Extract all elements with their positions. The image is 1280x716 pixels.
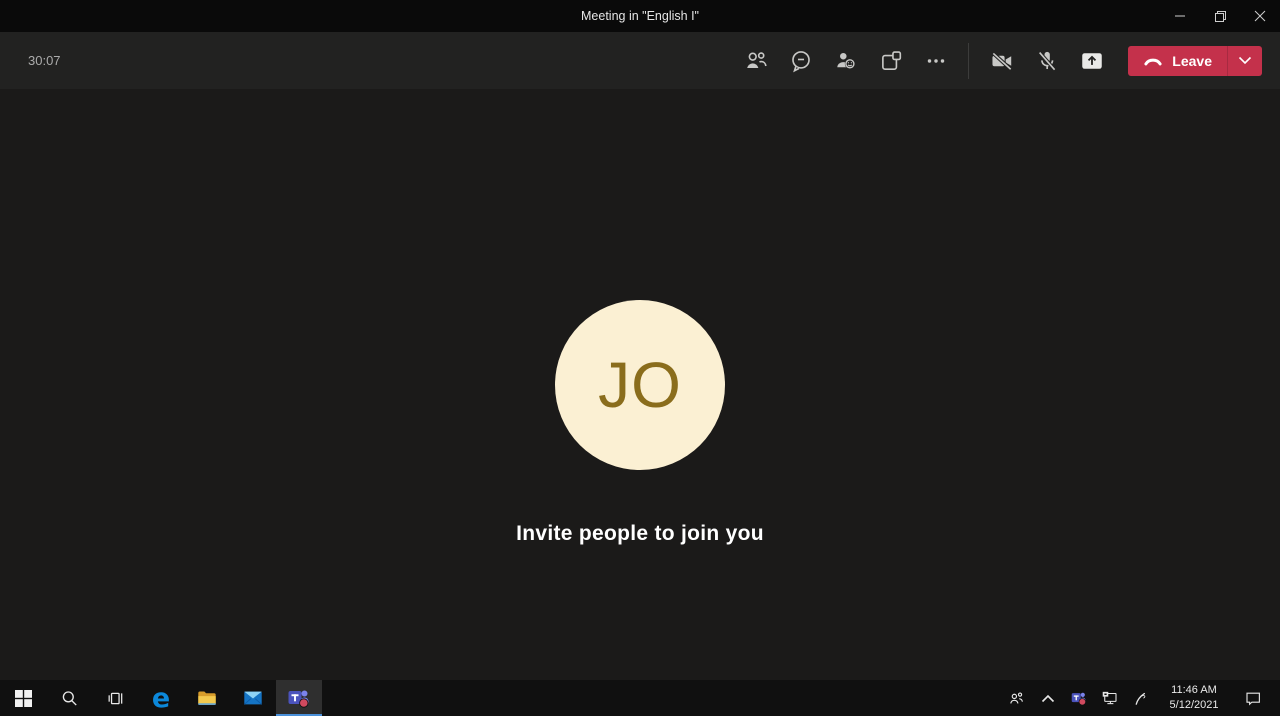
window-titlebar: Meeting in "English I" [0, 0, 1280, 32]
clock-time: 11:46 AM [1171, 683, 1217, 698]
reactions-button[interactable] [823, 39, 868, 83]
chat-button[interactable] [778, 39, 823, 83]
invite-message: Invite people to join you [516, 522, 764, 546]
teams-tray-icon [1070, 689, 1088, 707]
file-explorer-icon [196, 687, 218, 709]
breakout-rooms-button[interactable] [868, 39, 913, 83]
restore-icon [1214, 10, 1227, 23]
avatar: JO [555, 300, 725, 470]
hang-up-phone-icon [1143, 54, 1163, 68]
mic-off-button[interactable] [1024, 39, 1069, 83]
search-icon [60, 689, 79, 708]
camera-off-icon [989, 48, 1015, 74]
tray-teams-button[interactable] [1063, 680, 1094, 716]
more-options-icon [923, 48, 949, 74]
participants-icon [743, 48, 769, 74]
chat-icon [788, 48, 814, 74]
taskbar-item-edge[interactable]: e [138, 680, 184, 716]
action-center-icon [1244, 689, 1262, 707]
leave-options-button[interactable] [1228, 46, 1262, 76]
taskbar-item-mail[interactable] [230, 680, 276, 716]
participants-button[interactable] [733, 39, 778, 83]
leave-button-label: Leave [1172, 53, 1212, 69]
windows-start-icon [15, 690, 32, 707]
start-button[interactable] [0, 680, 46, 716]
camera-off-button[interactable] [979, 39, 1024, 83]
action-center-button[interactable] [1232, 680, 1274, 716]
reactions-icon [833, 48, 859, 74]
share-screen-button[interactable] [1069, 39, 1114, 83]
meeting-stage: JO Invite people to join you [0, 89, 1280, 680]
taskbar-item-file-explorer[interactable] [184, 680, 230, 716]
task-view-button[interactable] [92, 680, 138, 716]
taskbar-search-button[interactable] [46, 680, 92, 716]
breakout-rooms-icon [878, 48, 904, 74]
leave-button-main[interactable]: Leave [1128, 46, 1227, 76]
chevron-down-icon [1238, 56, 1252, 65]
clock-date: 5/12/2021 [1170, 698, 1219, 713]
leave-button[interactable]: Leave [1128, 46, 1262, 76]
restore-button[interactable] [1200, 0, 1240, 32]
tray-people-button[interactable] [1001, 680, 1032, 716]
close-button[interactable] [1240, 0, 1280, 32]
teams-icon [286, 685, 312, 711]
close-icon [1254, 10, 1266, 22]
task-view-icon [106, 689, 125, 708]
window-title: Meeting in "English I" [581, 9, 699, 23]
tray-pen-button[interactable] [1125, 680, 1156, 716]
minimize-button[interactable] [1160, 0, 1200, 32]
mic-off-icon [1034, 48, 1060, 74]
tray-clock[interactable]: 11:46 AM 5/12/2021 [1156, 680, 1232, 716]
window-controls [1160, 0, 1280, 32]
windows-ink-pen-icon [1132, 690, 1149, 707]
people-icon [1008, 690, 1025, 707]
meeting-toolbar: 30:07 [0, 32, 1280, 89]
avatar-initials: JO [598, 348, 682, 422]
chevron-up-icon [1041, 694, 1055, 703]
toolbar-separator [968, 43, 969, 79]
taskbar-item-teams[interactable] [276, 680, 322, 716]
mail-icon [242, 687, 264, 709]
tray-display-button[interactable] [1094, 680, 1125, 716]
meeting-timer: 30:07 [28, 53, 61, 68]
show-hidden-icons-button[interactable] [1032, 680, 1063, 716]
share-screen-icon [1078, 48, 1106, 74]
taskbar: e [0, 680, 1280, 716]
display-icon [1101, 689, 1119, 707]
minimize-icon [1174, 10, 1186, 22]
edge-icon: e [152, 685, 170, 712]
system-tray: 11:46 AM 5/12/2021 [1001, 680, 1280, 716]
more-options-button[interactable] [913, 39, 958, 83]
